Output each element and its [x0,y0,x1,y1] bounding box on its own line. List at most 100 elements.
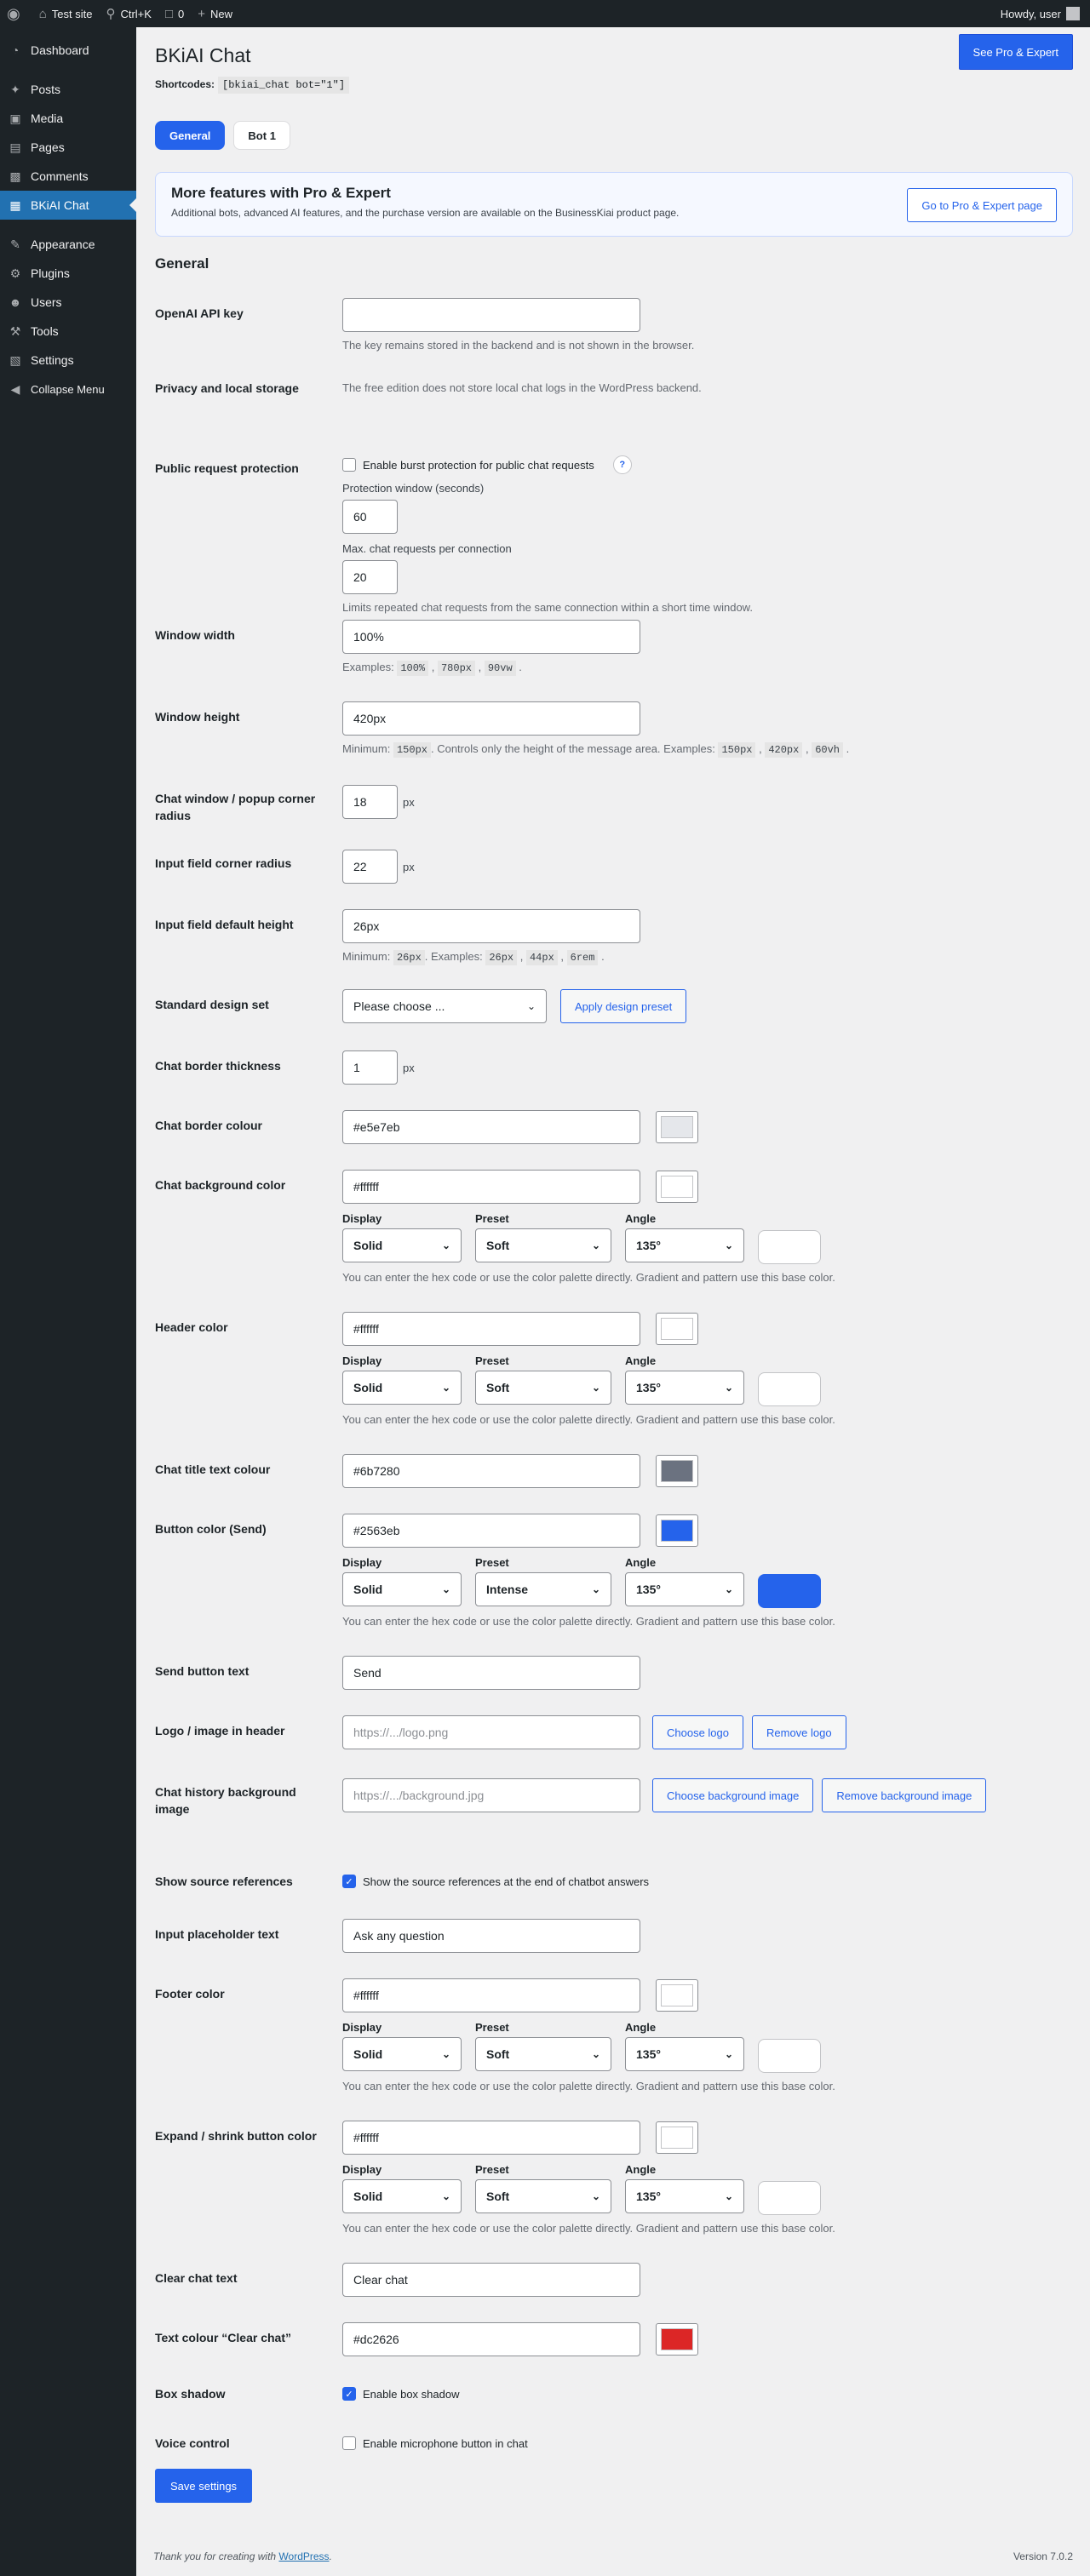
expand-color-input[interactable] [342,2121,640,2155]
voice-checkbox[interactable] [342,2436,356,2450]
sidebar-item-bkiai-chat[interactable]: ▦ BKiAI Chat [0,191,136,220]
sidebar-item-posts[interactable]: ✦ Posts [0,75,136,104]
comments-link[interactable]: □ 0 [158,0,191,27]
placeholder-text-input[interactable] [342,1919,640,1953]
protection-window-input[interactable] [342,500,398,534]
box-shadow-checkbox[interactable]: ✓ [342,2387,356,2401]
remove-bg-button[interactable]: Remove background image [822,1778,987,1812]
comment-icon: ▩ [9,169,21,183]
input-radius-input[interactable] [342,850,398,884]
field-label: Chat title text colour [155,1463,271,1476]
header-color-input[interactable] [342,1312,640,1346]
bg-color-swatch[interactable] [656,1171,698,1203]
see-pro-button[interactable]: See Pro & Expert [958,34,1073,70]
api-key-input[interactable] [342,298,640,332]
title-colour-input[interactable] [342,1454,640,1488]
footer-color-input[interactable] [342,1978,640,2012]
sidebar-item-users[interactable]: ☻ Users [0,288,136,317]
command-palette-link[interactable]: ⚲ Ctrl+K [99,0,158,27]
wordpress-logo-icon[interactable]: ◉ [0,0,32,27]
field-label: Window width [155,628,235,642]
pin-icon: ✦ [10,82,20,96]
home-icon: ⌂ [38,6,47,21]
expand-preset-select[interactable]: Soft ⌄ [475,2179,611,2213]
chevron-down-icon: ⌄ [526,1000,536,1012]
apply-design-button[interactable]: Apply design preset [560,989,687,1023]
sources-checkbox[interactable]: ✓ [342,1875,356,1888]
sidebar-item-pages[interactable]: ▤ Pages [0,133,136,162]
window-height-input[interactable] [342,701,640,736]
border-colour-input[interactable] [342,1110,640,1144]
comment-icon: □ [164,6,174,21]
bg-display-select[interactable]: Solid ⌄ [342,1228,462,1262]
bg-color-preview [758,1230,821,1264]
border-colour-swatch[interactable] [656,1111,698,1143]
field-description: You can enter the hex code or use the co… [342,1413,835,1426]
expand-angle-select[interactable]: 135° ⌄ [625,2179,744,2213]
tab-bot-1[interactable]: Bot 1 [233,121,290,150]
save-settings-button[interactable]: Save settings [155,2469,253,2503]
footer-preset-select[interactable]: Soft ⌄ [475,2037,611,2071]
button-color-swatch[interactable] [656,1514,698,1547]
max-requests-input[interactable] [342,560,398,594]
burst-protection-checkbox[interactable] [342,458,356,472]
sidebar-item-appearance[interactable]: ✎ Appearance [0,230,136,259]
field-label: Chat background color [155,1178,286,1192]
wordpress-link[interactable]: WordPress [278,2550,329,2562]
tab-bar: General Bot 1 [155,121,290,150]
choose-bg-button[interactable]: Choose background image [652,1778,814,1812]
field-label: Input placeholder text [155,1927,279,1941]
brush-icon: ✎ [10,237,20,251]
field-label: Input field corner radius [155,856,292,870]
logo-url-input[interactable] [342,1715,640,1749]
bg-preset-select[interactable]: Soft ⌄ [475,1228,611,1262]
field-label: Button color (Send) [155,1522,267,1536]
header-color-swatch[interactable] [656,1313,698,1345]
sidebar-item-comments[interactable]: ▩ Comments [0,162,136,191]
bg-color-input[interactable] [342,1170,640,1204]
header-display-select[interactable]: Solid ⌄ [342,1371,462,1405]
field-description: Limits repeated chat requests from the s… [342,601,753,614]
field-label: Footer color [155,1987,225,2001]
history-bg-input[interactable] [342,1778,640,1812]
footer-angle-select[interactable]: 135° ⌄ [625,2037,744,2071]
clear-text-input[interactable] [342,2263,640,2297]
go-pro-button[interactable]: Go to Pro & Expert page [907,188,1057,222]
help-icon[interactable]: ? [612,455,632,474]
send-text-input[interactable] [342,1656,640,1690]
button-angle-select[interactable]: 135° ⌄ [625,1572,744,1606]
sidebar-item-settings[interactable]: ▧ Settings [0,346,136,375]
input-height-input[interactable] [342,909,640,943]
footer-display-select[interactable]: Solid ⌄ [342,2037,462,2071]
field-label: Send button text [155,1664,250,1678]
clear-colour-swatch[interactable] [656,2323,698,2356]
sidebar-item-media[interactable]: ▣ Media [0,104,136,133]
header-angle-select[interactable]: 135° ⌄ [625,1371,744,1405]
button-preset-select[interactable]: Intense ⌄ [475,1572,611,1606]
user-menu[interactable]: Howdy, user [1001,7,1090,20]
footer-color-swatch[interactable] [656,1979,698,2012]
clear-colour-input[interactable] [342,2322,640,2356]
expand-display-select[interactable]: Solid ⌄ [342,2179,462,2213]
plugin-icon: ⚙ [9,266,21,280]
header-preset-select[interactable]: Soft ⌄ [475,1371,611,1405]
choose-logo-button[interactable]: Choose logo [652,1715,743,1749]
button-color-input[interactable] [342,1514,640,1548]
tab-general[interactable]: General [155,121,226,150]
remove-logo-button[interactable]: Remove logo [752,1715,846,1749]
button-display-select[interactable]: Solid ⌄ [342,1572,462,1606]
expand-color-swatch[interactable] [656,2121,698,2154]
sidebar-item-dashboard[interactable]: ◔ Dashboard [0,36,136,65]
bg-angle-select[interactable]: 135° ⌄ [625,1228,744,1262]
sidebar-item-tools[interactable]: ⚒ Tools [0,317,136,346]
max-requests-label: Max. chat requests per connection [342,542,512,555]
site-name-link[interactable]: ⌂ Test site [32,0,100,27]
sidebar-item-plugins[interactable]: ⚙ Plugins [0,259,136,288]
sidebar-item-collapse[interactable]: ◀ Collapse Menu [0,375,136,404]
window-width-input[interactable] [342,620,640,654]
border-thickness-input[interactable] [342,1050,398,1085]
new-content-link[interactable]: + New [191,0,239,27]
corner-radius-input[interactable] [342,785,398,819]
design-preset-select[interactable]: Please choose ... ⌄ [342,989,547,1023]
title-colour-swatch[interactable] [656,1455,698,1487]
